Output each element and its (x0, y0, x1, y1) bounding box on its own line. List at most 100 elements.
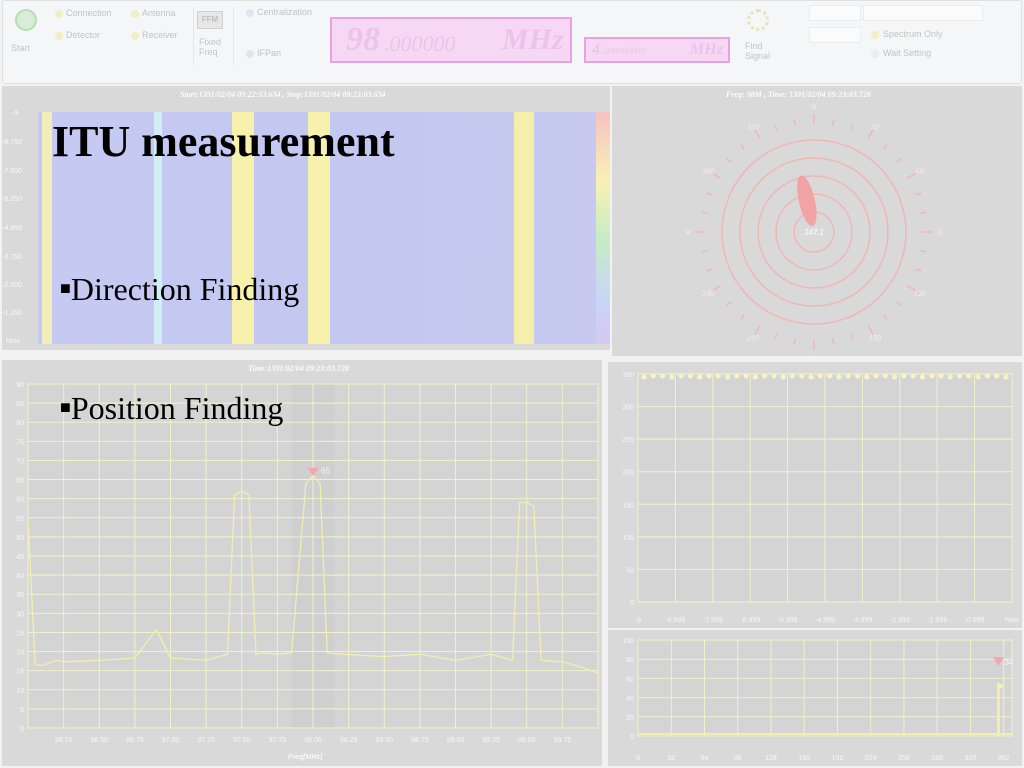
y-tick: 20 (626, 715, 634, 722)
bearing-point (678, 373, 684, 379)
dropdown-3[interactable] (863, 5, 983, 21)
compass-tick (701, 250, 708, 253)
bearing-point (752, 374, 758, 380)
bearing-point (901, 373, 907, 379)
bearing-point (947, 374, 953, 380)
peak-marker-value: 65 (321, 467, 330, 476)
bearing-point (827, 373, 833, 379)
dropdown-2[interactable] (809, 27, 861, 43)
y-tick: -2.500 (2, 282, 22, 289)
x-tick: -8.999 (665, 617, 685, 624)
y-tick: 60 (626, 676, 634, 683)
compass-label: E (937, 228, 943, 237)
compass-tick (920, 211, 927, 214)
y-tick: 40 (626, 696, 634, 703)
x-tick: -2.999 (890, 617, 910, 624)
main-freq-decimals: .000000 (384, 31, 456, 56)
bearing-point (873, 373, 879, 379)
status-dot-icon (55, 32, 63, 40)
bearing-point (854, 373, 861, 379)
x-tick: 256 (898, 755, 910, 762)
y-tick: 80 (16, 420, 24, 427)
x-tick: -6.999 (740, 617, 760, 624)
bearing-point (975, 374, 981, 380)
option-label: Connection (66, 8, 112, 18)
bullet-position-finding: ■Position Finding (60, 390, 283, 427)
compass-tick (740, 144, 746, 150)
y-tick: 55 (16, 516, 24, 523)
bearing-point (734, 373, 740, 379)
toolbar: Start Connection Antenna Detector Receiv… (2, 0, 1022, 84)
y-tick: -6.250 (2, 196, 22, 203)
y-tick: -7.500 (2, 168, 22, 175)
main-frequency-display[interactable]: 98 .000000 MHz (330, 17, 572, 63)
y-tick: 350 (622, 372, 634, 379)
x-tick: 99.75 (554, 737, 572, 744)
bearing-value: 347.1 (804, 228, 824, 237)
x-tick: 288 (931, 755, 943, 762)
start-label: Start (11, 43, 31, 53)
spectrum-xlabel: Freq[MHz] (288, 754, 323, 761)
bearing-point (659, 373, 666, 379)
y-tick: 10 (16, 688, 24, 695)
y-tick: 0 (630, 734, 634, 741)
main-freq-value: 98 (346, 21, 380, 58)
compass-tick (726, 158, 732, 164)
color-scale (596, 112, 610, 344)
compass-label: 240 (702, 289, 714, 298)
status-dot-icon (55, 10, 63, 18)
dropdown-1[interactable] (809, 5, 861, 21)
compass-tick (915, 192, 922, 196)
option-label: Wait Setting (883, 48, 932, 58)
bullet-icon: ■ (60, 397, 71, 417)
compass-tick (740, 314, 746, 320)
y-tick: 0 (630, 600, 634, 607)
x-tick: 128 (765, 755, 777, 762)
compass-tick (915, 268, 922, 272)
start-button[interactable]: Start (9, 7, 43, 57)
y-tick: 50 (626, 567, 634, 574)
bearing-point (910, 373, 916, 379)
mode-button[interactable]: FFM Fixed Freq (197, 11, 229, 61)
compass-tick (920, 250, 927, 253)
y-tick: 100 (622, 535, 634, 542)
bearing-point (687, 373, 694, 379)
bearing-point (1003, 374, 1009, 380)
compass-tick (896, 300, 902, 306)
bearing-point (836, 374, 842, 380)
histogram-bar (996, 683, 1000, 736)
mode-label: Fixed Freq (199, 37, 222, 57)
y-tick: 20 (16, 650, 24, 657)
bearing-history-chart[interactable]: 0 50 100 150 200 250 300 350 -9 -8.999 -7.999 -6.99… (608, 362, 1022, 628)
x-tick: 97.25 (197, 737, 215, 744)
bearing-point (845, 373, 851, 379)
histogram-marker-value: 34 (1004, 658, 1013, 667)
bearing-point (762, 373, 768, 379)
x-tick: 97.50 (233, 737, 251, 744)
compass-plot[interactable]: N 30 60 E 120 150 S 210 240 W 300 330 347.1 (612, 86, 1022, 356)
x-tick: Now (1005, 617, 1020, 624)
span-frequency-display[interactable]: 4 .000000000 MHz (584, 37, 730, 63)
y-tick: Now (6, 338, 21, 345)
waterfall-y-axis: -9 -8.750 -7.500 -6.250 -4.999 -3.750 -2… (2, 110, 36, 346)
y-tick: -1.250 (2, 310, 22, 317)
x-tick: -1.999 (927, 617, 947, 624)
compass-label: S (812, 354, 816, 356)
y-tick: -4.999 (2, 225, 22, 232)
find-signal-button[interactable]: Find Signal (741, 7, 775, 65)
divider (233, 7, 234, 65)
y-tick: 60 (16, 497, 24, 504)
bearing-histogram-chart[interactable]: 0 20 40 60 80 100 0 32 64 96 128 160 192 224 256 288 320… (608, 630, 1022, 766)
y-tick: 0 (20, 726, 24, 733)
compass-tick (774, 333, 778, 340)
x-tick: 99.00 (447, 737, 465, 744)
y-tick: 100 (622, 638, 634, 645)
x-tick: 0 (636, 755, 640, 762)
bearing-point (743, 373, 749, 379)
bearing-point (641, 374, 647, 380)
bearing-point (706, 373, 712, 379)
compass-tick (882, 314, 888, 320)
radio-icon (246, 9, 254, 17)
compass-tick (850, 124, 854, 131)
status-dot-icon (131, 32, 139, 40)
